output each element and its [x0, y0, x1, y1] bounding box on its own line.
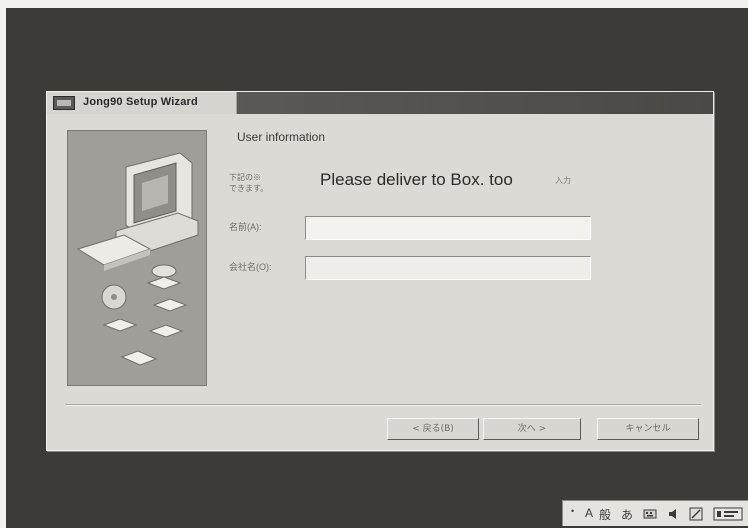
company-field-label: 会社名(O):: [229, 262, 272, 272]
instruction-line-2: できます。: [229, 184, 269, 193]
tray-dot: •: [571, 506, 575, 516]
overlay-caption: Please deliver to Box. too: [320, 170, 513, 189]
name-field-label: 名前(A):: [229, 222, 262, 232]
desktop: Jong90 Setup Wizard User information 下記の…: [6, 8, 748, 528]
instruction-tail: 入力: [555, 176, 571, 185]
name-input[interactable]: [305, 216, 591, 240]
wizard-banner-image: [67, 130, 207, 386]
instruction-text: 下記の※ できます。: [229, 172, 299, 194]
back-button[interactable]: < 戻る(B): [387, 418, 479, 440]
cancel-button[interactable]: キャンセル: [597, 418, 699, 440]
company-input[interactable]: [305, 256, 591, 280]
ime-kana-glyph[interactable]: あ: [621, 506, 633, 523]
setup-wizard-dialog: Jong90 Setup Wizard User information 下記の…: [46, 91, 714, 451]
page-heading: User information: [237, 130, 326, 144]
title-bar[interactable]: Jong90 Setup Wizard: [47, 92, 713, 114]
ime-kanji-glyph[interactable]: 般: [599, 506, 611, 523]
pen-icon[interactable]: [689, 507, 703, 521]
app-logo-icon: [53, 96, 75, 110]
ime-language-bar: • A 般 あ: [562, 500, 748, 526]
window-title: Jong90 Setup Wizard: [83, 96, 198, 108]
help-icon[interactable]: [713, 507, 743, 521]
instruction-line-1: 下記の※: [229, 173, 261, 182]
next-button[interactable]: 次へ >: [483, 418, 581, 440]
computer-illustration-icon: [76, 152, 199, 366]
ime-mode-glyph[interactable]: A: [585, 506, 593, 520]
keyboard-icon[interactable]: [643, 507, 657, 521]
button-separator: [65, 404, 701, 406]
speaker-icon[interactable]: [667, 507, 681, 521]
